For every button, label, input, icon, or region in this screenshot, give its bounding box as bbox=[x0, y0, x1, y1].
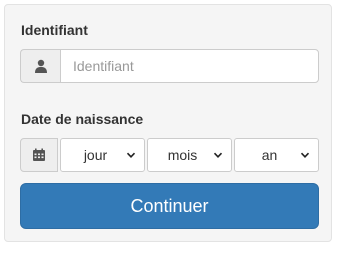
chevron-down-icon bbox=[126, 152, 136, 158]
user-icon bbox=[34, 59, 47, 73]
chevron-down-icon bbox=[213, 152, 223, 158]
month-select[interactable]: mois bbox=[147, 138, 232, 172]
login-panel: Identifiant Date de naissance bbox=[4, 4, 332, 242]
year-select[interactable]: an bbox=[234, 138, 319, 172]
calendar-icon bbox=[33, 148, 45, 161]
identifier-addon bbox=[20, 49, 60, 83]
continue-button[interactable]: Continuer bbox=[20, 183, 319, 229]
identifier-input-group bbox=[20, 49, 319, 83]
dob-row: jour mois an bbox=[20, 138, 319, 172]
day-select[interactable]: jour bbox=[60, 138, 145, 172]
dob-label: Date de naissance bbox=[21, 111, 144, 127]
year-select-value: an bbox=[261, 147, 278, 163]
day-select-value: jour bbox=[83, 147, 108, 163]
chevron-down-icon bbox=[300, 152, 310, 158]
identifier-input[interactable] bbox=[60, 49, 319, 83]
identifier-label: Identifiant bbox=[21, 22, 88, 38]
month-select-value: mois bbox=[167, 147, 198, 163]
dob-addon bbox=[20, 138, 58, 172]
